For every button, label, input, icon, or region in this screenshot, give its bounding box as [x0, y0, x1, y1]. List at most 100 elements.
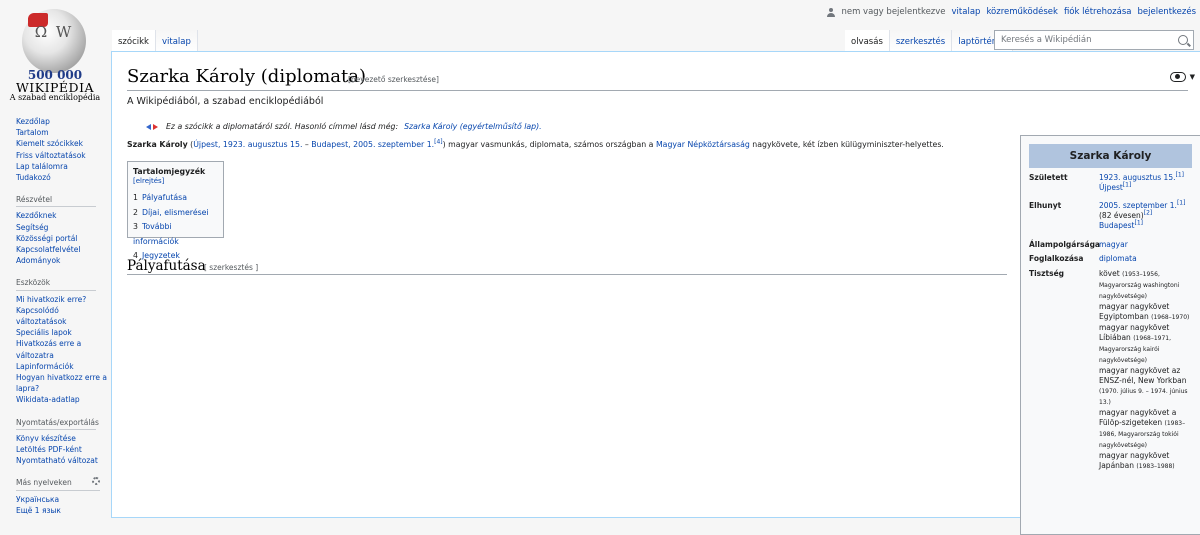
- office-note: (1970. július 9. – 1974. június 13.): [1099, 388, 1188, 406]
- office-item: magyar nagykövet Egyiptomban (1968–1970): [1099, 302, 1196, 323]
- hatnote-text: Ez a szócikk a diplomatáról szól. Hasonl…: [166, 122, 399, 131]
- infobox-label: Tisztség: [1029, 269, 1065, 278]
- hatnote: Ez a szócikk a diplomatáról szól. Hasonl…: [146, 122, 542, 131]
- sidebar-item-help-desk[interactable]: Tudakozó: [16, 172, 108, 183]
- globe-letters: Ω W: [34, 23, 74, 41]
- wikipedia-logo[interactable]: Ω W 500 000 WIKIPÉDIA A szabad enciklopé…: [0, 0, 110, 110]
- sidebar-item-beginners[interactable]: Kezdőknek: [16, 210, 108, 221]
- sidebar-item-what-links-here[interactable]: Mi hivatkozik erre?: [16, 294, 108, 305]
- user-icon: [827, 7, 836, 17]
- infobox-born-place-link[interactable]: Újpest: [1099, 183, 1123, 192]
- disambiguation-icon: [146, 123, 160, 131]
- search-icon[interactable]: [1178, 35, 1188, 45]
- participation-heading: Részvétel: [16, 194, 96, 208]
- lead-name: Szarka Károly: [127, 140, 188, 149]
- sidebar-lang-more[interactable]: Ещё 1 язык: [16, 505, 108, 516]
- infobox-occupation-link[interactable]: diplomata: [1099, 254, 1137, 263]
- gear-icon[interactable]: [92, 477, 100, 486]
- office-item: magyar nagykövet az ENSZ-nél, New Yorkba…: [1099, 366, 1196, 408]
- office-note: (1968–1970): [1151, 314, 1190, 321]
- infobox-row-occupation: Foglalkozása diplomata: [1029, 254, 1196, 264]
- content-area: Szarka Károly (diplomata) [bevezető szer…: [111, 51, 1200, 535]
- lead-rest-2: nagykövete, két ízben külügyminiszter-he…: [749, 140, 944, 149]
- hatnote-link[interactable]: Szarka Károly (egyértelműsítő lap).: [404, 122, 542, 131]
- office-note: (1983–1988): [1136, 463, 1175, 470]
- sidebar-item-community[interactable]: Közösségi portál: [16, 233, 108, 244]
- office-item: magyar nagykövet Líbiában (1968–1971, Ma…: [1099, 323, 1196, 366]
- chevron-down-icon[interactable]: ▼: [1190, 73, 1195, 81]
- site-subtitle: A Wikipédiából, a szabad enciklopédiából: [127, 96, 324, 107]
- toc-hide-link[interactable]: [elrejtés]: [133, 177, 164, 185]
- sidebar-item-special-pages[interactable]: Speciális lapok: [16, 327, 108, 338]
- not-logged-in-text: nem vagy bejelentkezve: [841, 7, 946, 17]
- lead-born-link[interactable]: Újpest, 1923. augusztus 15.: [193, 140, 302, 149]
- toc-link[interactable]: Díjai, elismerései: [142, 208, 209, 217]
- table-of-contents: Tartalomjegyzék [elrejtés] 1 Pályafutása …: [127, 161, 224, 260]
- sidebar-item-random[interactable]: Lap találomra: [16, 161, 108, 172]
- office-item: magyar nagykövet a Fülöp-szigeteken (198…: [1099, 408, 1196, 451]
- toc-number: 2: [133, 207, 138, 217]
- sidebar-item-contents[interactable]: Tartalom: [16, 127, 108, 138]
- print-heading: Nyomtatás/exportálás: [16, 417, 99, 430]
- lead-ref[interactable]: [4]: [434, 138, 443, 145]
- sidebar-participation: Részvétel Kezdőknek Segítség Közösségi p…: [16, 194, 108, 266]
- infobox-value: követ (1953–1956, Magyarország washingto…: [1099, 269, 1196, 472]
- toc-link[interactable]: Pályafutása: [142, 193, 187, 202]
- section-heading-career: Pályafutása: [127, 258, 206, 274]
- infobox-citizenship-link[interactable]: magyar: [1099, 240, 1128, 249]
- languages-heading-label: Más nyelveken: [16, 478, 72, 488]
- sidebar-lang-ukrainian[interactable]: Українська: [16, 494, 108, 505]
- sidebar-item-pdf[interactable]: Letöltés PDF-ként: [16, 444, 108, 455]
- infobox-row-died: Elhunyt 2005. szeptember 1.[1] (82 évese…: [1029, 199, 1196, 231]
- lead-country-link[interactable]: Magyar Népköztársaság: [656, 140, 750, 149]
- office-item: követ (1953–1956, Magyarország washingto…: [1099, 269, 1196, 302]
- lead-edit-link[interactable]: [bevezető szerkesztése]: [348, 75, 439, 84]
- puzzle-globe-icon: Ω W: [22, 9, 86, 73]
- eye-icon[interactable]: [1170, 72, 1186, 82]
- sidebar-item-contact[interactable]: Kapcsolatfelvétel: [16, 244, 108, 255]
- sidebar-item-main-page[interactable]: Kezdőlap: [16, 116, 108, 127]
- section-edit-link[interactable]: [ szerkesztés ]: [204, 263, 258, 272]
- sidebar-item-related-changes[interactable]: Kapcsolódó változtatások: [16, 305, 108, 327]
- toc-link[interactable]: További információk: [133, 222, 179, 246]
- create-account-link[interactable]: fiók létrehozása: [1064, 7, 1132, 17]
- lead-died-link[interactable]: Budapest, 2005. szeptember 1.: [311, 140, 434, 149]
- sidebar-item-featured[interactable]: Kiemelt szócikkek: [16, 138, 108, 149]
- toc-item[interactable]: 2 Díjai, elismerései: [133, 206, 218, 221]
- toc-item[interactable]: 1 Pályafutása: [133, 191, 218, 206]
- infobox-label: Elhunyt: [1029, 201, 1062, 210]
- infobox-value: diplomata: [1099, 254, 1196, 264]
- infobox-value: 1923. augusztus 15.[1] Újpest[1]: [1099, 171, 1184, 192]
- infobox-value: 2005. szeptember 1.[1] (82 évesen)[2] Bu…: [1099, 199, 1186, 230]
- personal-tools: nem vagy bejelentkezve vitalap közreműkö…: [827, 7, 1196, 17]
- infobox-label: Állampolgársága: [1029, 240, 1100, 249]
- infobox-died-date-link[interactable]: 2005. szeptember 1.: [1099, 201, 1177, 210]
- sidebar-item-printable[interactable]: Nyomtatható változat: [16, 455, 108, 466]
- lead-paragraph: Szarka Károly (Újpest, 1923. augusztus 1…: [127, 139, 1007, 152]
- sidebar-item-recent-changes[interactable]: Friss változtatások: [16, 150, 108, 161]
- infobox-row-citizenship: Állampolgársága magyar: [1029, 240, 1196, 250]
- infobox-row-born: Született 1923. augusztus 15.[1] Újpest[…: [1029, 171, 1196, 193]
- sidebar-item-wikidata[interactable]: Wikidata-adatlap: [16, 394, 108, 405]
- sidebar-print: Nyomtatás/exportálás Könyv készítése Let…: [16, 417, 108, 467]
- talk-link[interactable]: vitalap: [952, 7, 981, 17]
- sidebar-item-book[interactable]: Könyv készítése: [16, 433, 108, 444]
- toc-item[interactable]: 3 További információk: [133, 220, 218, 249]
- infobox-born-date-link[interactable]: 1923. augusztus 15.: [1099, 173, 1175, 182]
- logo-tagline: A szabad enciklopédia: [9, 93, 101, 102]
- sidebar-item-donate[interactable]: Adományok: [16, 255, 108, 266]
- infobox-died-place-link[interactable]: Budapest: [1099, 221, 1134, 230]
- sidebar-item-page-info[interactable]: Lapinformációk: [16, 361, 108, 372]
- search-input[interactable]: Keresés a Wikipédián: [994, 30, 1194, 50]
- sidebar-item-help[interactable]: Segítség: [16, 222, 108, 233]
- sidebar-item-cite[interactable]: Hogyan hivatkozz erre a lapra?: [16, 372, 108, 394]
- login-link[interactable]: bejelentkezés: [1138, 7, 1197, 17]
- sidebar-item-permanent-link[interactable]: Hivatkozás erre a változatra: [16, 338, 108, 360]
- title-divider: [127, 90, 1188, 91]
- infobox-value: magyar: [1099, 240, 1196, 250]
- office-main: magyar nagykövet az ENSZ-nél, New Yorkba…: [1099, 366, 1187, 385]
- infobox-label: Foglalkozása: [1029, 254, 1084, 263]
- toc-heading: Tartalomjegyzék [elrejtés]: [133, 167, 218, 185]
- contributions-link[interactable]: közreműködések: [986, 7, 1058, 17]
- section-divider: [127, 274, 1007, 275]
